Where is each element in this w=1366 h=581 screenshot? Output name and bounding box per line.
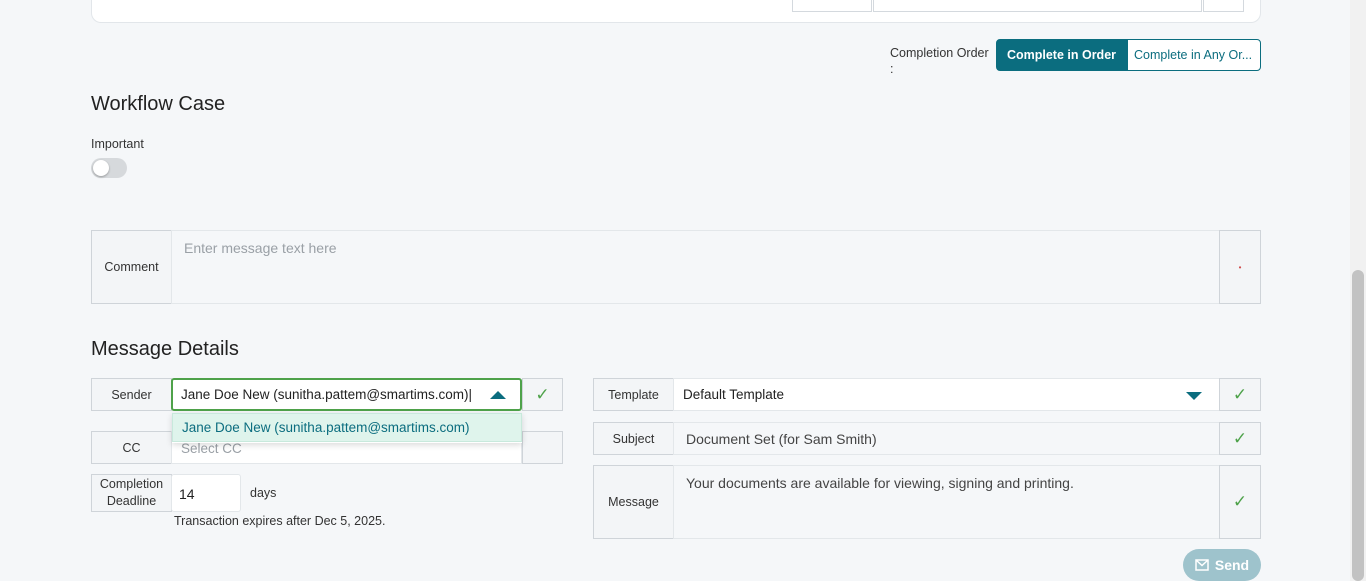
sender-select[interactable]: Jane Doe New (sunitha.pattem@smartims.co… — [171, 378, 522, 411]
comment-input[interactable]: Enter message text here — [171, 230, 1220, 304]
phone-action-button[interactable] — [1203, 0, 1244, 12]
comment-placeholder: Enter message text here — [184, 240, 337, 256]
required-indicator: • — [1238, 262, 1242, 272]
cc-label: CC — [91, 431, 172, 464]
checkmark-icon: ✓ — [1232, 428, 1248, 449]
template-status-box: ✓ — [1219, 378, 1261, 411]
sender-option[interactable]: Jane Doe New (sunitha.pattem@smartims.co… — [172, 413, 522, 442]
cc-placeholder: Select CC — [181, 441, 242, 456]
important-toggle[interactable] — [91, 158, 127, 178]
workflow-case-title: Workflow Case — [91, 93, 226, 115]
completion-order-label: Completion Order: — [890, 46, 989, 76]
checkmark-icon: ✓ — [1232, 384, 1248, 405]
deadline-unit: days — [250, 486, 277, 500]
template-value: Default Template — [683, 387, 785, 402]
template-label: Template — [593, 378, 674, 411]
sender-value: Jane Doe New (sunitha.pattem@smartims.co… — [181, 387, 473, 402]
message-label: Message — [593, 465, 674, 539]
template-select[interactable]: Default Template — [673, 378, 1220, 411]
message-details-title: Message Details — [91, 338, 239, 360]
important-label: Important — [91, 137, 144, 151]
sender-status-box: ✓ — [522, 378, 563, 411]
message-value: Your documents are available for viewing… — [686, 475, 1074, 491]
chevron-up-icon[interactable] — [490, 391, 506, 399]
cc-status-box — [522, 431, 563, 464]
deadline-input[interactable]: 14 — [171, 474, 241, 512]
message-status-box: ✓ — [1219, 465, 1261, 539]
checkmark-icon: ✓ — [1232, 492, 1248, 512]
complete-in-any-order-button[interactable]: Complete in Any Or... — [1127, 39, 1261, 71]
phone-value: 7702020300 — [895, 0, 977, 3]
sender-label: Sender — [91, 378, 172, 411]
chevron-down-icon[interactable] — [1186, 392, 1202, 400]
send-button[interactable]: Send — [1183, 549, 1261, 581]
toggle-knob — [93, 160, 109, 176]
subject-value: Document Set (for Sam Smith) — [686, 431, 877, 447]
message-input[interactable]: Your documents are available for viewing… — [673, 465, 1220, 539]
subject-input[interactable]: Document Set (for Sam Smith) — [673, 422, 1220, 455]
send-label: Send — [1214, 557, 1250, 573]
comment-label: Comment — [91, 230, 172, 304]
completion-deadline-label: Completion Deadline — [91, 474, 172, 512]
subject-status-box: ✓ — [1219, 422, 1261, 455]
envelope-icon — [1195, 559, 1209, 571]
scrollbar-thumb[interactable] — [1352, 270, 1364, 581]
subject-label: Subject — [593, 422, 674, 455]
country-code-field[interactable] — [792, 0, 872, 12]
comment-status-box: • — [1219, 230, 1261, 304]
complete-in-order-button[interactable]: Complete in Order — [996, 39, 1127, 71]
checkmark-icon: ✓ — [535, 384, 550, 405]
expiry-note: Transaction expires after Dec 5, 2025. — [174, 514, 386, 528]
